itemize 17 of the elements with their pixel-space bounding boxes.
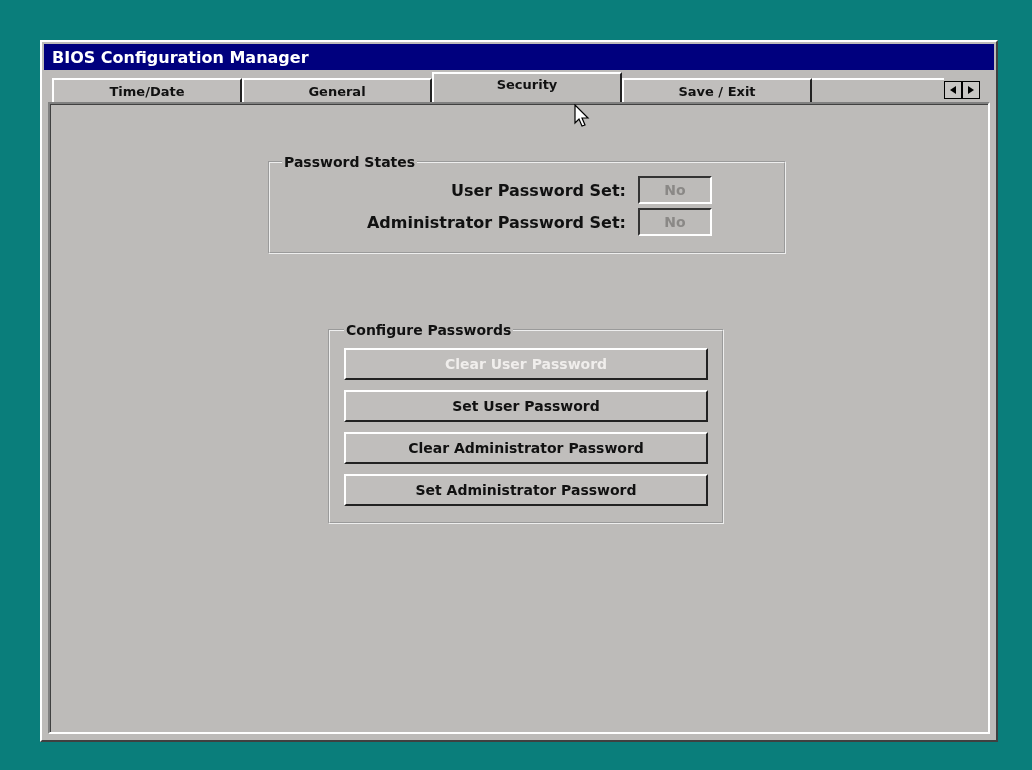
password-button[interactable]: Set Administrator Password xyxy=(344,474,708,506)
scroll-left-button[interactable] xyxy=(944,81,962,99)
password-button[interactable]: Set User Password xyxy=(344,390,708,422)
tab[interactable]: General xyxy=(242,78,432,102)
password-button[interactable]: Clear Administrator Password xyxy=(344,432,708,464)
right-triangle-icon xyxy=(968,86,974,94)
tab[interactable]: Security xyxy=(432,72,622,102)
field-label: Administrator Password Set: xyxy=(366,212,626,232)
group-title: Configure Passwords xyxy=(345,322,513,338)
field-label: User Password Set: xyxy=(450,180,626,200)
mouse-pointer-icon xyxy=(574,104,590,128)
left-triangle-icon xyxy=(950,86,956,94)
window-title: BIOS Configuration Manager xyxy=(52,47,309,67)
tab[interactable]: Time/Date xyxy=(52,78,242,102)
tab[interactable]: Save / Exit xyxy=(622,78,812,102)
group-title: Password States xyxy=(283,154,417,170)
scroll-right-button[interactable] xyxy=(962,81,980,99)
